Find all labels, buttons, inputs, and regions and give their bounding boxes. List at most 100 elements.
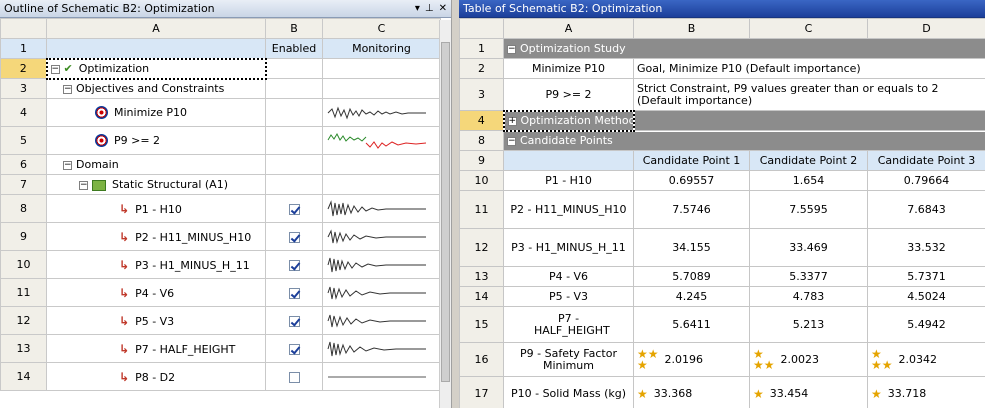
- cell-value[interactable]: 5.7371: [867, 266, 985, 287]
- enabled-checkbox[interactable]: [288, 315, 300, 327]
- vertical-scrollbar[interactable]: [439, 20, 451, 408]
- tree-item-optimization[interactable]: − ✔ Optimization: [45, 57, 267, 80]
- cell-value-rated[interactable]: ★ 33.454: [749, 376, 868, 408]
- monitoring-chart[interactable]: [322, 362, 441, 391]
- group-row-optimization-study[interactable]: − Optimization Study: [503, 38, 985, 59]
- cell-value[interactable]: 4.5024: [867, 286, 985, 307]
- column-header-a[interactable]: A: [503, 18, 634, 39]
- collapse-icon[interactable]: −: [79, 180, 88, 190]
- group-row-optimization-method[interactable]: + Optimization Method: [502, 109, 635, 132]
- row-number[interactable]: 5: [0, 126, 47, 155]
- cell-value[interactable]: 33.469: [749, 228, 868, 267]
- pin-icon[interactable]: ⊥: [425, 3, 434, 14]
- row-number[interactable]: 11: [459, 190, 504, 229]
- row-number[interactable]: 6: [0, 154, 47, 175]
- row-number[interactable]: 10: [459, 170, 504, 191]
- enabled-checkbox[interactable]: [288, 231, 300, 243]
- collapse-icon[interactable]: −: [50, 64, 60, 74]
- expand-icon[interactable]: +: [507, 116, 517, 126]
- monitoring-chart[interactable]: [322, 194, 441, 223]
- tree-item-minimize-p10[interactable]: Minimize P10: [46, 98, 266, 127]
- tree-item-parameter[interactable]: ↳ P5 - V3: [46, 306, 266, 335]
- cell-value[interactable]: 1.654: [749, 170, 868, 191]
- dropdown-icon[interactable]: ▾: [415, 3, 420, 14]
- row-number[interactable]: 1: [0, 38, 47, 59]
- tree-item-domain[interactable]: − Domain: [46, 154, 266, 175]
- enabled-checkbox[interactable]: [288, 259, 300, 271]
- cell-value[interactable]: 0.79664: [867, 170, 985, 191]
- cell-value[interactable]: 5.213: [749, 306, 868, 343]
- row-number[interactable]: 17: [459, 376, 504, 408]
- cell-value[interactable]: 7.5746: [633, 190, 750, 229]
- tree-item-objectives[interactable]: − Objectives and Constraints: [46, 78, 266, 99]
- tree-item-parameter[interactable]: ↳ P3 - H1_MINUS_H_11: [46, 250, 266, 279]
- enabled-checkbox[interactable]: [288, 203, 300, 215]
- row-number[interactable]: 4: [459, 110, 504, 131]
- row-number[interactable]: 2: [0, 58, 47, 79]
- cell-value[interactable]: 4.245: [633, 286, 750, 307]
- column-header-b[interactable]: B: [633, 18, 750, 39]
- row-number[interactable]: 4: [0, 98, 47, 127]
- monitoring-chart[interactable]: [322, 278, 441, 307]
- monitoring-chart[interactable]: [322, 306, 441, 335]
- row-number[interactable]: 16: [459, 342, 504, 377]
- row-number[interactable]: 10: [0, 250, 47, 279]
- candidate-header-3[interactable]: Candidate Point 3: [867, 150, 985, 171]
- column-header-b[interactable]: B: [265, 18, 323, 39]
- cell-value-rated[interactable]: ★ ★★ 2.0342: [867, 342, 985, 377]
- collapse-icon[interactable]: −: [507, 44, 516, 54]
- monitoring-chart[interactable]: [322, 222, 441, 251]
- row-number[interactable]: 12: [459, 228, 504, 267]
- row-number[interactable]: 7: [0, 174, 47, 195]
- collapse-icon[interactable]: −: [63, 160, 72, 170]
- tree-item-p9-constraint[interactable]: P9 >= 2: [46, 126, 266, 155]
- row-number[interactable]: 1: [459, 38, 504, 59]
- row-number[interactable]: 9: [0, 222, 47, 251]
- tree-item-parameter[interactable]: ↳ P2 - H11_MINUS_H10: [46, 222, 266, 251]
- tree-item-parameter[interactable]: ↳ P8 - D2: [46, 362, 266, 391]
- row-number[interactable]: 14: [0, 362, 47, 391]
- cell-value[interactable]: 0.69557: [633, 170, 750, 191]
- scrollbar-thumb[interactable]: [441, 42, 450, 382]
- cell-value-rated[interactable]: ★ ★★ 2.0023: [749, 342, 868, 377]
- row-number[interactable]: 3: [459, 78, 504, 111]
- row-number[interactable]: 11: [0, 278, 47, 307]
- monitoring-chart[interactable]: [322, 250, 441, 279]
- row-number[interactable]: 14: [459, 286, 504, 307]
- column-header-c[interactable]: C: [322, 18, 441, 39]
- column-header-d[interactable]: D: [867, 18, 985, 39]
- cell-value[interactable]: 4.783: [749, 286, 868, 307]
- cell-value[interactable]: 7.5595: [749, 190, 868, 229]
- cell-value[interactable]: 5.6411: [633, 306, 750, 343]
- column-header-c[interactable]: C: [749, 18, 868, 39]
- row-number[interactable]: 13: [459, 266, 504, 287]
- monitoring-chart[interactable]: [322, 334, 441, 363]
- cell-value[interactable]: 7.6843: [867, 190, 985, 229]
- tree-item-parameter[interactable]: ↳ P4 - V6: [46, 278, 266, 307]
- column-header-a[interactable]: A: [46, 18, 266, 39]
- collapse-icon[interactable]: −: [507, 136, 516, 146]
- group-row-candidate-points[interactable]: − Candidate Points: [503, 130, 985, 151]
- tree-item-parameter[interactable]: ↳ P7 - HALF_HEIGHT: [46, 334, 266, 363]
- close-icon[interactable]: ✕: [439, 3, 447, 14]
- cell-value-rated[interactable]: ★ 33.368: [633, 376, 750, 408]
- enabled-checkbox[interactable]: [288, 287, 300, 299]
- cell-value[interactable]: 5.3377: [749, 266, 868, 287]
- enabled-checkbox[interactable]: [288, 343, 300, 355]
- cell-value[interactable]: 34.155: [633, 228, 750, 267]
- row-number[interactable]: 2: [459, 58, 504, 79]
- monitoring-chart[interactable]: [322, 126, 441, 155]
- cell-value-rated[interactable]: ★★ ★ 2.0196: [633, 342, 750, 377]
- row-number[interactable]: 13: [0, 334, 47, 363]
- row-number[interactable]: 12: [0, 306, 47, 335]
- monitoring-chart[interactable]: [322, 98, 441, 127]
- cell-value-rated[interactable]: ★ 33.718: [867, 376, 985, 408]
- row-number[interactable]: 15: [459, 306, 504, 343]
- candidate-header-1[interactable]: Candidate Point 1: [633, 150, 750, 171]
- enabled-checkbox[interactable]: [288, 371, 300, 383]
- cell-value[interactable]: 33.532: [867, 228, 985, 267]
- row-number[interactable]: 8: [459, 130, 504, 151]
- tree-item-static-structural[interactable]: − Static Structural (A1): [46, 174, 266, 195]
- cell-value[interactable]: 5.7089: [633, 266, 750, 287]
- collapse-icon[interactable]: −: [63, 84, 72, 94]
